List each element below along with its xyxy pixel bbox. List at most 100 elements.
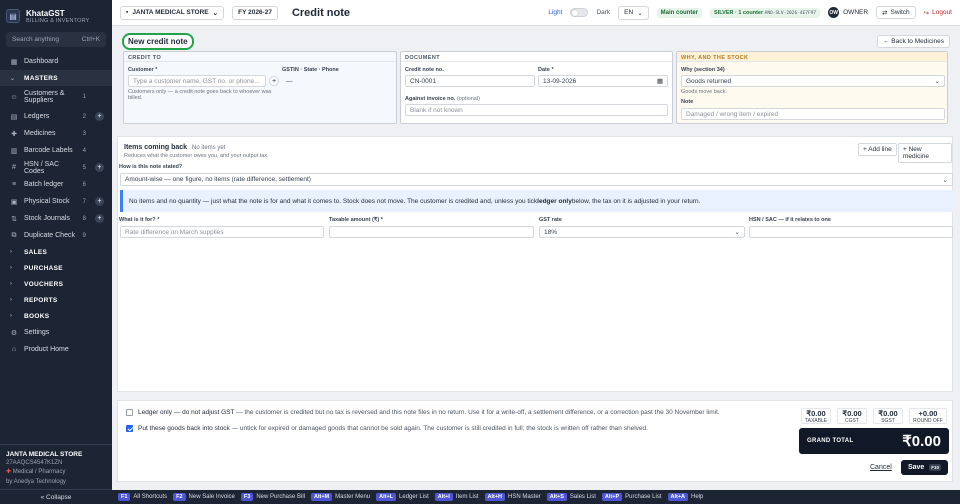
shortcut-alt-m[interactable]: Alt+M Master Menu: [311, 493, 370, 501]
sidebar-section-masters[interactable]: ⌄ MASTERS: [0, 70, 112, 86]
sidebar-item-duplicate-check[interactable]: ⧉ Duplicate Check 9: [0, 227, 112, 244]
language-label: EN: [624, 9, 634, 16]
taxable-total-label: TAXABLE: [804, 418, 828, 424]
note-input[interactable]: Damaged / wrong item / expired: [681, 108, 945, 120]
hsn-input[interactable]: [749, 226, 953, 238]
customer-input[interactable]: Type a customer name, GST no. or phone..…: [128, 75, 266, 87]
credit-note-no-input[interactable]: CN-0001: [405, 75, 535, 87]
add-icon[interactable]: +: [95, 197, 104, 206]
fy-selector[interactable]: FY 2026-27: [232, 5, 278, 20]
switch-button[interactable]: ⇄ Switch: [876, 6, 916, 19]
sidebar-item-dashboard[interactable]: ▦ Dashboard: [0, 53, 112, 70]
new-credit-note-badge: New credit note: [122, 33, 194, 50]
restock-checkbox[interactable]: [126, 425, 133, 432]
sidebar-item-hsn-sac-codes[interactable]: # HSN / SAC Codes 5 +: [0, 159, 112, 176]
chevron-down-icon: ⌄: [212, 9, 219, 17]
avatar[interactable]: OW: [828, 7, 840, 18]
sidebar-item-stock-journals[interactable]: ⇅ Stock Journals 8 +: [0, 210, 112, 227]
counter-badge: Main counter: [656, 7, 702, 18]
date-input[interactable]: 13-09-2026 ▦: [538, 75, 668, 87]
add-customer-button[interactable]: +: [269, 76, 279, 86]
chevron-right-icon: ›: [10, 265, 13, 271]
taxable-total: ₹0.00 TAXABLE: [801, 408, 831, 424]
shortcut-alt-p[interactable]: Alt+P Purchase List: [601, 493, 662, 501]
sidebar-item-physical-stock[interactable]: ▣ Physical Stock 7 +: [0, 193, 112, 210]
taxable-total-value: ₹0.00: [806, 409, 826, 418]
sidebar-item-label: Product Home: [24, 346, 69, 353]
sidebar-section-books[interactable]: › BOOKS: [0, 308, 112, 324]
hash-icon: #: [12, 164, 16, 171]
taxable-input[interactable]: [329, 226, 534, 238]
section-label: SALES: [24, 248, 48, 256]
sidebar-item-count: 6: [82, 181, 86, 188]
info-text-pre: No items and no quantity — just what the…: [129, 197, 538, 205]
search-shortcut: Ctrl+K: [81, 36, 100, 43]
sidebar-item-settings[interactable]: ⚙ Settings: [0, 324, 112, 341]
card-header: WHY, AND THE STOCK: [677, 52, 947, 62]
theme-toggle[interactable]: [570, 8, 589, 17]
document-card: DOCUMENT Credit note no. CN-0001 Date * …: [400, 51, 673, 124]
shortcut-f3[interactable]: F3 New Purchase Bill: [240, 493, 305, 501]
shortcut-alt-l[interactable]: Alt+L Ledger List: [376, 493, 429, 501]
shop-info: JANTA MEDICAL STORE 27AAQCS4547K1ZN ✚ Me…: [0, 445, 112, 475]
journal-icon: ⇅: [11, 215, 17, 223]
against-invoice-input[interactable]: Blank if not known: [405, 104, 668, 116]
shortcut-alt-h[interactable]: Alt+H HSN Master: [484, 493, 541, 501]
sidebar-section-sales[interactable]: › SALES: [0, 244, 112, 260]
collapse-button[interactable]: « Collapse: [0, 489, 112, 504]
what-input[interactable]: Rate difference on March supplies: [120, 226, 324, 238]
ledger-only-checkbox[interactable]: [126, 409, 133, 416]
info-text-post: below, the tax on it is adjusted in your…: [571, 197, 701, 205]
shortcut-f1[interactable]: F1 All Shortcuts: [118, 493, 167, 501]
company-selector[interactable]: ▪ JANTA MEDICAL STORE ⌄: [120, 5, 225, 20]
sidebar-section-reports[interactable]: › REPORTS: [0, 292, 112, 308]
sidebar-item-customers-suppliers[interactable]: ☺ Customers & Suppliers 1: [0, 86, 112, 108]
chevron-down-icon: ⌄: [10, 75, 16, 82]
cancel-button[interactable]: Cancel: [866, 462, 896, 473]
new-medicine-button[interactable]: + New medicine: [898, 143, 952, 163]
logout-button[interactable]: ↪ Logout: [924, 9, 952, 17]
shortcut-alt-i[interactable]: Alt+I Item List: [434, 493, 479, 501]
add-icon[interactable]: +: [95, 112, 104, 121]
sidebar-item-label: Medicines: [24, 130, 56, 137]
card-header: CREDIT TO: [124, 52, 396, 62]
ledger-only-option[interactable]: Ledger only — do not adjust GST — the cu…: [126, 409, 806, 416]
sidebar-item-count: 7: [82, 198, 86, 205]
chevron-right-icon: ›: [10, 249, 13, 255]
sidebar-item-ledgers[interactable]: ▤ Ledgers 2 +: [0, 108, 112, 125]
add-icon[interactable]: +: [95, 214, 104, 223]
sidebar-item-medicines[interactable]: ✚ Medicines 3: [0, 125, 112, 142]
section-label: REPORTS: [24, 296, 58, 304]
gst-rate-select[interactable]: 18% ⌄: [539, 226, 745, 238]
language-selector[interactable]: EN ⌄: [618, 5, 649, 20]
sidebar-item-label: Dashboard: [24, 58, 59, 65]
sidebar-section-purchase[interactable]: › PURCHASE: [0, 260, 112, 276]
duplicate-icon: ⧉: [11, 231, 17, 239]
sidebar-item-label: Ledgers: [24, 113, 50, 120]
arrow-left-icon: ←: [882, 38, 890, 45]
gst-rate-label: GST rate: [539, 217, 562, 223]
shortcut-alt-s[interactable]: Alt+S Sales List: [546, 493, 596, 501]
restock-option[interactable]: Put these goods back into stock — untick…: [126, 425, 806, 432]
grand-total: GRAND TOTAL ₹0.00: [799, 428, 949, 454]
back-button[interactable]: ← Back to Medicines: [876, 35, 950, 48]
company-name: JANTA MEDICAL STORE: [132, 9, 209, 16]
sidebar-item-product-home[interactable]: ⌂ Product Home: [0, 341, 112, 358]
sidebar-section-vouchers[interactable]: › VOUCHERS: [0, 276, 112, 292]
calendar-icon[interactable]: ▦: [657, 77, 663, 85]
shortcut-alt-a[interactable]: Alt+A Help: [667, 493, 703, 501]
reason-select[interactable]: Goods returned ⌄: [681, 75, 945, 87]
save-button[interactable]: Save F10: [901, 460, 948, 475]
stated-select[interactable]: Amount-wise — one figure, no items (rate…: [120, 173, 953, 186]
add-line-button[interactable]: + Add line: [858, 143, 897, 156]
shortcut-label: Master Menu: [335, 494, 371, 500]
sidebar-item-barcode-labels[interactable]: ▥ Barcode Labels 4: [0, 142, 112, 159]
customer-help: Customers only — a credit note goes back…: [128, 89, 272, 101]
sidebar-search[interactable]: Search anything Ctrl+K: [6, 32, 106, 47]
shortcut-f2[interactable]: F2 New Sale Invoice: [173, 493, 235, 501]
against-label-text: Against invoice no.: [405, 96, 456, 102]
add-icon[interactable]: +: [95, 163, 104, 172]
section-label: VOUCHERS: [24, 280, 64, 288]
sidebar-item-batch-ledger[interactable]: ≡ Batch ledger 6: [0, 176, 112, 193]
gear-icon: ⚙: [10, 329, 18, 337]
